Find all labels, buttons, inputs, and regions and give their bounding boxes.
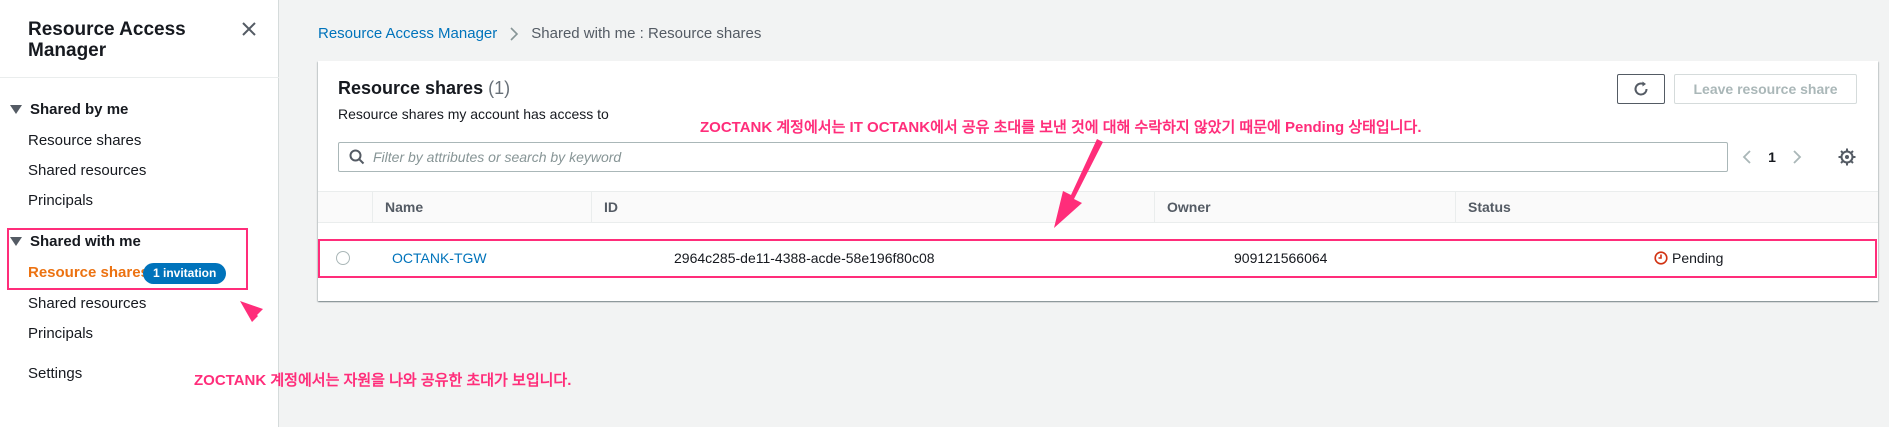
refresh-button[interactable] — [1617, 74, 1665, 104]
column-header-id[interactable]: ID — [591, 192, 1154, 223]
section-label: Shared by me — [30, 101, 129, 118]
gear-icon[interactable] — [1836, 146, 1858, 168]
highlight-box-shared-with-me — [7, 228, 248, 290]
highlight-box-row — [318, 239, 1877, 278]
sidebar-item-shared-with-me-principals[interactable]: Principals — [28, 325, 93, 342]
pagination: 1 — [1736, 143, 1808, 171]
sidebar-title: Resource Access Manager — [28, 19, 186, 61]
chevron-right-icon[interactable] — [1786, 146, 1808, 168]
caret-down-icon — [10, 105, 22, 114]
sidebar-item-shared-with-me-shared-resources[interactable]: Shared resources — [28, 295, 146, 312]
breadcrumb-root-link[interactable]: Resource Access Manager — [318, 25, 497, 42]
leave-resource-share-button[interactable]: Leave resource share — [1674, 74, 1857, 104]
breadcrumb: Resource Access Manager Shared with me :… — [318, 25, 761, 42]
breadcrumb-current: Shared with me : Resource shares — [531, 25, 762, 42]
column-header-owner[interactable]: Owner — [1154, 192, 1455, 223]
sidebar-item-shared-by-me-shared-resources[interactable]: Shared resources — [28, 162, 146, 179]
sidebar-item-shared-by-me-resource-shares[interactable]: Resource shares — [28, 132, 141, 149]
panel-title-count: (1) — [488, 78, 511, 98]
annotation-bottom: ZOCTANK 계정에서는 자원을 나와 공유한 초대가 보입니다. — [194, 372, 572, 389]
sidebar: Resource Access Manager Shared by me Res… — [0, 0, 279, 427]
search-field[interactable] — [338, 142, 1728, 172]
table-header: Name ID Owner Status — [318, 191, 1878, 223]
column-header-name[interactable]: Name — [372, 192, 591, 223]
close-icon[interactable] — [238, 18, 260, 40]
page-number[interactable]: 1 — [1758, 149, 1786, 165]
chevron-right-icon — [509, 26, 519, 41]
panel-title-text: Resource shares — [338, 78, 484, 98]
chevron-left-icon[interactable] — [1736, 146, 1758, 168]
sidebar-divider — [0, 77, 279, 78]
search-input[interactable] — [373, 149, 1727, 165]
section-shared-by-me[interactable]: Shared by me — [10, 101, 128, 118]
panel-description: Resource shares my account has access to — [338, 106, 609, 122]
sidebar-item-settings[interactable]: Settings — [28, 365, 82, 382]
refresh-icon — [1634, 81, 1648, 96]
search-icon — [349, 149, 365, 165]
panel-title: Resource shares (1) — [338, 78, 510, 99]
column-header-status[interactable]: Status — [1455, 192, 1655, 223]
sidebar-item-shared-by-me-principals[interactable]: Principals — [28, 192, 93, 209]
annotation-top: ZOCTANK 계정에서는 IT OCTANK에서 공유 초대를 보낸 것에 대… — [700, 119, 1422, 136]
